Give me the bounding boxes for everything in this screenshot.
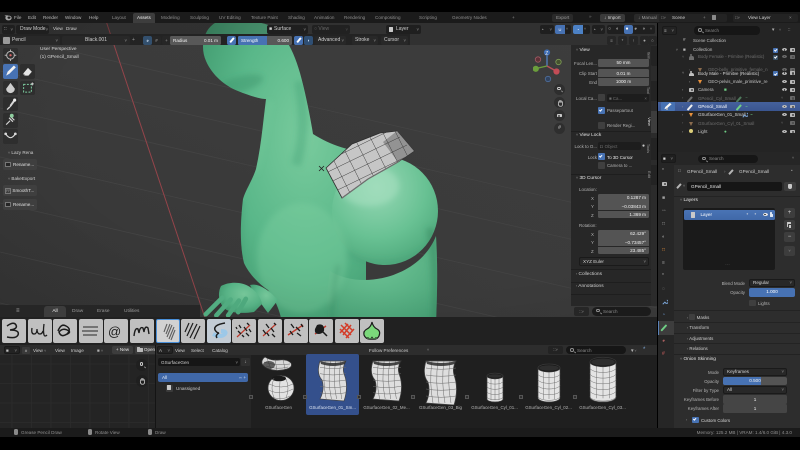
svg-text:Z: Z <box>545 51 548 57</box>
svg-text:@: @ <box>108 324 121 339</box>
